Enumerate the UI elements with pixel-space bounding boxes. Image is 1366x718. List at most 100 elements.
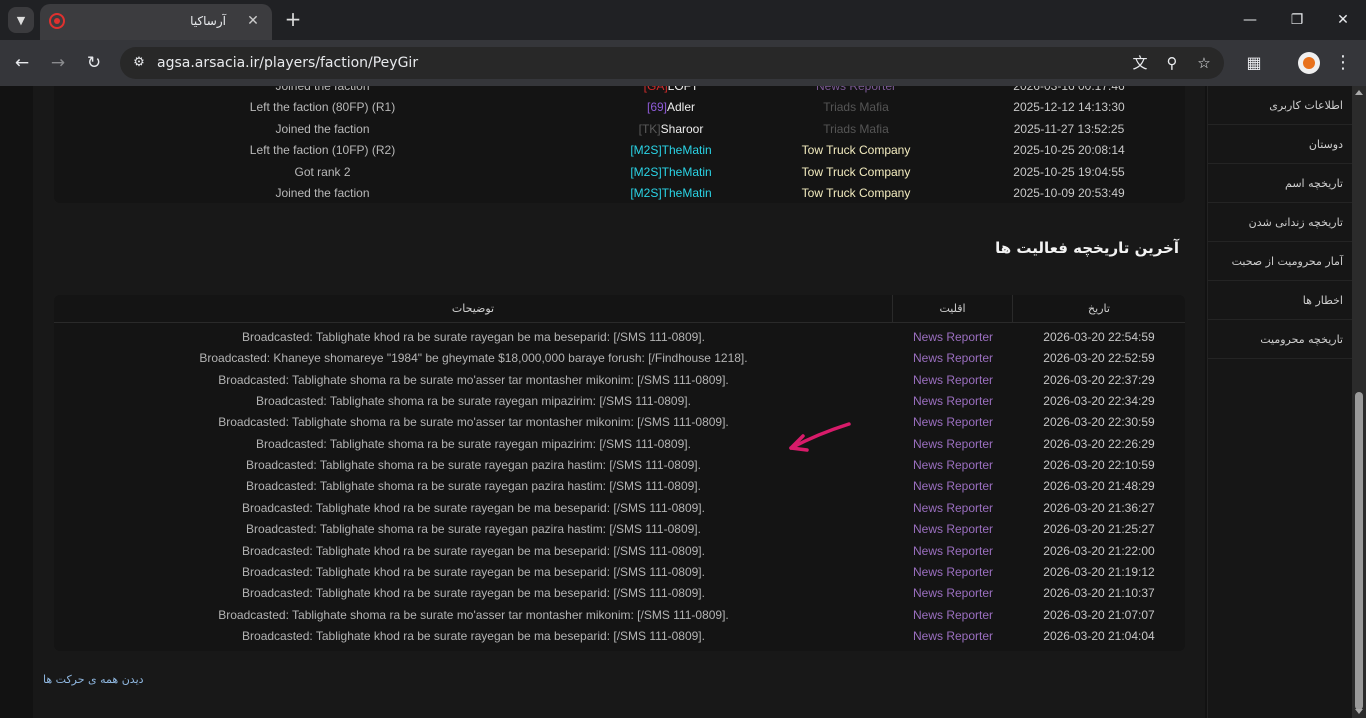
translate-icon[interactable]: 文 (1130, 53, 1150, 73)
player-link[interactable]: [M2S]TheMatin (591, 162, 751, 183)
activity-date: 2026-03-20 22:52:59 (1043, 351, 1155, 366)
table-row: Joined the faction [M2S]TheMatin Tow Truck… (54, 183, 1185, 204)
activity-minority: News Reporter (912, 543, 994, 558)
site-info-icon[interactable]: ⚙ (128, 52, 150, 74)
activity-date: 2026-03-20 22:30:59 (1043, 415, 1155, 430)
activity-date: 2026-03-20 22:37:29 (1043, 372, 1155, 387)
restore-icon[interactable]: ❐ (1285, 8, 1309, 32)
sidebar-item[interactable]: آمار محرومیت از صحبت (1208, 242, 1352, 281)
activity-date: 2026-03-20 21:48:29 (1043, 479, 1155, 494)
sidebar-item[interactable]: تاریخچه محرومیت (1208, 320, 1352, 359)
activity-row: Broadcasted: Tablighate shoma ra be sura… (54, 391, 1185, 412)
activity-row: Broadcasted: Tablighate shoma ra be sura… (54, 434, 1185, 455)
scrollbar-thumb[interactable] (1355, 392, 1363, 710)
player-name: TheMatin (661, 186, 712, 200)
annotation-arrow-icon (789, 422, 851, 452)
header-date: تاریخ (1088, 302, 1110, 315)
profile-avatar[interactable] (1298, 52, 1320, 74)
activity-date: 2026-03-20 21:22:00 (1043, 543, 1155, 558)
activity-minority: News Reporter (912, 415, 994, 430)
view-all-activities-link[interactable]: دیدن همه ی حرکت ها (43, 673, 144, 686)
reload-icon[interactable]: ↻ (82, 51, 106, 75)
faction-history-table: Joined the faction [GA]LOFT News Reporter 2… (54, 86, 1185, 203)
activity-description: Broadcasted: Tablighate khod ra be surat… (242, 628, 705, 643)
activity-row: Broadcasted: Tablighate khod ra be surat… (54, 327, 1185, 348)
event-date: 2026-03-16 00:17:46 (1013, 86, 1125, 93)
tab-title: آرساکیا (190, 14, 226, 28)
sidebar-item[interactable]: تاریخچه اسم (1208, 164, 1352, 203)
activity-description: Broadcasted: Tablighate khod ra be surat… (242, 564, 705, 579)
event-date: 2025-10-25 19:04:55 (1013, 164, 1125, 179)
activity-minority: News Reporter (912, 500, 994, 515)
scroll-down-icon[interactable] (1355, 709, 1363, 714)
player-tag: [TK] (638, 121, 661, 136)
activity-table: توضیحات اقلیت تاریخ Broadcasted: Tabligh… (54, 295, 1185, 651)
activity-minority: News Reporter (912, 607, 994, 622)
table-row: Left the faction (10FP) (R2) [M2S]TheMati… (54, 140, 1185, 161)
activity-date: 2026-03-20 21:36:27 (1043, 500, 1155, 515)
active-tab[interactable]: آرساکیا ✕ (40, 4, 272, 40)
activity-minority: News Reporter (912, 351, 994, 366)
activity-description: Broadcasted: Tablighate shoma ra be sura… (256, 436, 691, 451)
player-name: LOFT (667, 86, 699, 93)
minimize-icon[interactable]: — (1238, 8, 1262, 32)
profile-sidebar: اطلاعات کاربری دوستان تاریخچه اسم تاریخچه ز… (1207, 86, 1352, 718)
event-description: Joined the faction (275, 86, 370, 93)
activity-row: Broadcasted: Tablighate khod ra be surat… (54, 498, 1185, 519)
activity-row: Broadcasted: Tablighate khod ra be surat… (54, 583, 1185, 604)
zoom-icon[interactable]: ⚲ (1162, 53, 1182, 73)
activity-minority: News Reporter (912, 372, 994, 387)
faction-name: Tow Truck Company (801, 164, 911, 179)
address-bar[interactable]: ⚙ agsa.arsacia.ir/players/faction/PeyGir… (120, 47, 1224, 79)
table-row: Joined the faction [TK]Sharoor Triads Mafi… (54, 119, 1185, 140)
activity-minority: News Reporter (912, 394, 994, 409)
scroll-up-icon[interactable] (1355, 90, 1363, 95)
activity-date: 2026-03-20 22:26:29 (1043, 436, 1155, 451)
sidebar-item[interactable]: دوستان (1208, 125, 1352, 164)
sidebar-item[interactable]: اخطار ها (1208, 281, 1352, 320)
header-description: توضیحات (54, 295, 893, 323)
player-link[interactable]: [TK]Sharoor (591, 119, 751, 140)
new-tab-button[interactable]: + (283, 9, 303, 29)
back-arrow-icon[interactable]: ← (10, 51, 34, 75)
activity-description: Broadcasted: Tablighate khod ra be surat… (242, 500, 705, 515)
activity-date: 2026-03-20 22:34:29 (1043, 394, 1155, 409)
activity-table-header: توضیحات اقلیت تاریخ (54, 295, 1185, 323)
window-close-icon[interactable]: ✕ (1331, 8, 1355, 32)
sidebar-item[interactable]: تاریخچه زندانی شدن (1208, 203, 1352, 242)
activity-row: Broadcasted: Tablighate shoma ra be sura… (54, 370, 1185, 391)
chevron-down-icon: ▼ (16, 13, 26, 27)
tab-search-button[interactable]: ▼ (8, 7, 34, 33)
table-row: Joined the faction [GA]LOFT News Reporter 2… (54, 86, 1185, 97)
player-link[interactable]: [69]Adler (591, 97, 751, 118)
player-link[interactable]: [GA]LOFT (591, 86, 751, 97)
forward-arrow-icon[interactable]: → (46, 51, 70, 75)
event-date: 2025-11-27 13:52:25 (1013, 121, 1125, 136)
kebab-menu-icon[interactable]: ⋮ (1332, 52, 1354, 74)
player-link[interactable]: [M2S]TheMatin (591, 140, 751, 161)
activity-description: Broadcasted: Tablighate shoma ra be sura… (256, 394, 691, 409)
activity-date: 2026-03-20 21:19:12 (1043, 564, 1155, 579)
activity-description: Broadcasted: Tablighate shoma ra be sura… (246, 458, 701, 473)
activity-minority: News Reporter (912, 458, 994, 473)
event-date: 2025-10-25 20:08:14 (1013, 143, 1125, 158)
faction-name: Tow Truck Company (801, 186, 911, 200)
bookmark-star-icon[interactable]: ☆ (1194, 53, 1214, 73)
activity-minority: News Reporter (912, 479, 994, 494)
page-scrollbar[interactable] (1352, 86, 1366, 718)
player-link[interactable]: [M2S]TheMatin (591, 183, 751, 204)
player-name: Sharoor (660, 121, 704, 136)
table-row: Left the faction (80FP) (R1) [69]Adler Tri… (54, 97, 1185, 118)
extensions-puzzle-icon[interactable]: ▦ (1243, 52, 1265, 74)
page-viewport: Joined the faction [GA]LOFT News Reporter 2… (0, 86, 1352, 718)
table-row: Got rank 2 [M2S]TheMatin Tow Truck Company… (54, 162, 1185, 183)
player-name: TheMatin (661, 164, 712, 179)
browser-toolbar: ← → ↻ ⚙ agsa.arsacia.ir/players/faction/… (0, 40, 1366, 86)
event-description: Joined the faction (275, 121, 370, 136)
close-tab-icon[interactable]: ✕ (244, 12, 262, 30)
sidebar-item[interactable]: اطلاعات کاربری (1208, 86, 1352, 125)
url-text[interactable]: agsa.arsacia.ir/players/faction/PeyGir (157, 55, 418, 71)
activity-description: Broadcasted: Tablighate khod ra be surat… (242, 543, 705, 558)
activity-row: Broadcasted: Tablighate khod ra be surat… (54, 626, 1185, 647)
event-description: Got rank 2 (294, 164, 351, 179)
